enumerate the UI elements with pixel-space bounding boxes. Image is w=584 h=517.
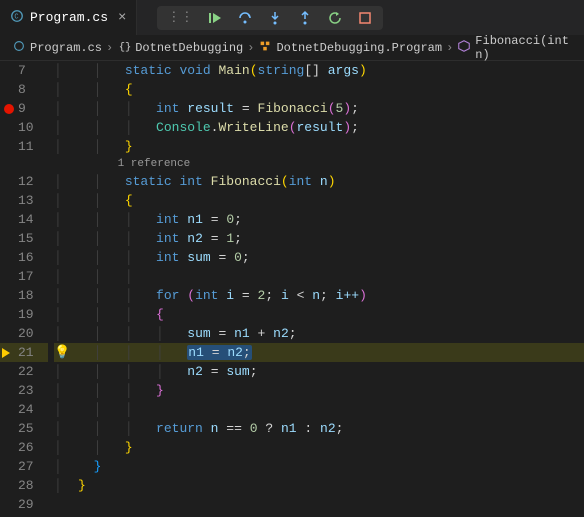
- csharp-file-icon: C: [10, 9, 24, 27]
- namespace-icon: {}: [117, 39, 131, 57]
- chevron-right-icon: ›: [106, 41, 113, 55]
- step-into-button[interactable]: [267, 10, 283, 26]
- svg-text:{}: {}: [119, 41, 131, 53]
- step-out-button[interactable]: [297, 10, 313, 26]
- line-number-gutter: 7 8 9 10 11 12 13 14 15 16 17 18 19 20 2…: [18, 61, 54, 517]
- drag-handle-icon[interactable]: ⋮⋮: [167, 10, 193, 25]
- breadcrumb-class[interactable]: DotnetDebugging.Program: [258, 39, 442, 57]
- execution-pointer-icon[interactable]: [2, 348, 10, 358]
- class-icon: [258, 39, 272, 57]
- glyph-gutter: │ │ │ │ │ │ │ │ │ │ │ │ │ │ 💡 │ │ │ │ │ …: [54, 61, 78, 517]
- current-execution-line: │ │ │ n1 = n2;: [78, 343, 584, 362]
- breakpoint-gutter[interactable]: [0, 61, 18, 517]
- close-icon[interactable]: ×: [118, 10, 126, 26]
- code-editor[interactable]: 7 8 9 10 11 12 13 14 15 16 17 18 19 20 2…: [0, 61, 584, 517]
- codelens-references[interactable]: 1 reference: [78, 156, 584, 172]
- breadcrumb-method[interactable]: Fibonacci(int n): [457, 34, 572, 62]
- breadcrumb-namespace[interactable]: {} DotnetDebugging: [117, 39, 243, 57]
- breadcrumb: Program.cs › {} DotnetDebugging › Dotnet…: [0, 35, 584, 61]
- breadcrumb-file[interactable]: Program.cs: [12, 39, 102, 57]
- tab-program-cs[interactable]: C Program.cs ×: [0, 0, 137, 35]
- lightbulb-icon[interactable]: 💡: [54, 343, 70, 362]
- svg-text:C: C: [14, 13, 18, 21]
- debug-toolbar: ⋮⋮: [157, 6, 383, 30]
- code-content[interactable]: │ static void Main(string[] args) │ { │ …: [78, 61, 584, 517]
- top-row: C Program.cs × ⋮⋮: [0, 0, 584, 35]
- breakpoint-icon[interactable]: [4, 104, 14, 114]
- continue-button[interactable]: [207, 10, 223, 26]
- stop-button[interactable]: [357, 10, 373, 26]
- step-over-button[interactable]: [237, 10, 253, 26]
- csharp-file-icon: [12, 39, 26, 57]
- chevron-right-icon: ›: [446, 41, 453, 55]
- chevron-right-icon: ›: [247, 41, 254, 55]
- method-icon: [457, 39, 471, 57]
- restart-button[interactable]: [327, 10, 343, 26]
- tab-label: Program.cs: [30, 10, 108, 25]
